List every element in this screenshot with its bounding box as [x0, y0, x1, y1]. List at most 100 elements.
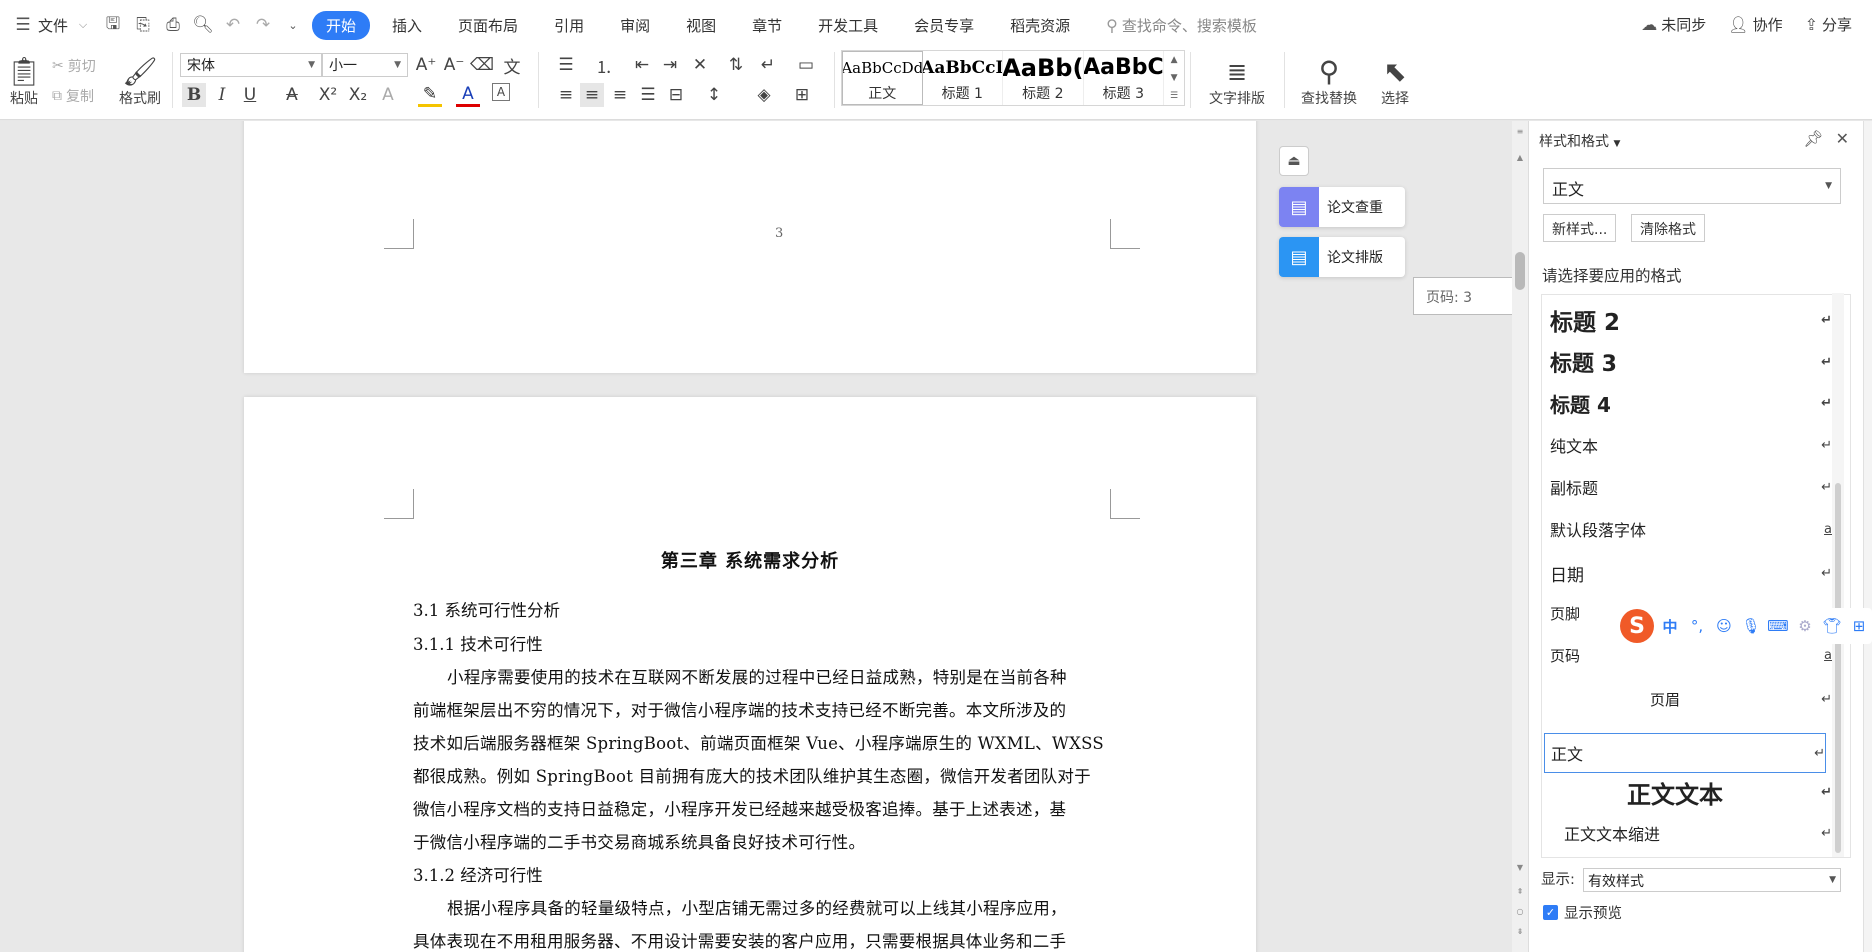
align-left-icon[interactable]: ≡: [554, 83, 578, 107]
prev-page-icon[interactable]: ⇞: [1514, 885, 1526, 897]
paragraph-line[interactable]: 都很成熟。例如 SpringBoot 目前拥有庞大的技术团队维护其生态圈，微信开…: [413, 763, 1091, 787]
customize-toolbar-icon[interactable]: ⌄: [280, 12, 306, 38]
chevron-down-icon[interactable]: ▼: [1171, 73, 1178, 83]
select-button[interactable]: ⬉ 选择: [1370, 52, 1420, 112]
paragraph-line[interactable]: 微信小程序文档的支持日益稳定，小程序开发已经越来越受极客追捧。基于上述表述，基: [413, 796, 1066, 820]
align-right-icon[interactable]: ≡: [608, 83, 632, 107]
list-item-selected[interactable]: 正文 ↵: [1544, 733, 1826, 773]
list-item[interactable]: 页眉 ↵: [1550, 689, 1832, 710]
show-preview-checkbox[interactable]: ✓ 显示预览: [1543, 902, 1622, 923]
list-item[interactable]: 正文文本 ↵: [1550, 775, 1832, 810]
list-item[interactable]: 默认段落字体 a: [1550, 517, 1832, 541]
phonetic-icon[interactable]: 文: [500, 53, 524, 78]
align-center-icon[interactable]: ≡: [580, 83, 604, 107]
shading-icon[interactable]: ◈: [752, 83, 776, 107]
search-input[interactable]: 查找命令、搜索模板: [1122, 15, 1257, 36]
justify-icon[interactable]: ☰: [636, 83, 660, 107]
tab-section[interactable]: 章节: [738, 11, 796, 40]
distribute-icon[interactable]: ⊟: [664, 83, 688, 107]
list-item[interactable]: 标题 4 ↵: [1550, 389, 1832, 418]
underline-icon[interactable]: U: [238, 83, 262, 107]
current-style-select[interactable]: 正文 ▼: [1543, 168, 1841, 204]
list-item[interactable]: 页码 a: [1550, 645, 1832, 666]
increase-font-icon[interactable]: A⁺: [414, 53, 438, 77]
decrease-font-icon[interactable]: A⁻: [442, 53, 466, 77]
find-replace-button[interactable]: ⚲ 查找替换: [1290, 52, 1368, 112]
share-button[interactable]: ⇪ 分享: [1805, 14, 1852, 35]
sogou-logo[interactable]: S: [1620, 609, 1654, 643]
borders-icon[interactable]: ⊞: [790, 83, 814, 107]
skin-icon[interactable]: 👕︎: [1821, 615, 1843, 637]
indent-icon[interactable]: ⇥: [658, 53, 682, 77]
tab-view[interactable]: 视图: [672, 11, 730, 40]
tab-page-layout[interactable]: 页面布局: [444, 11, 532, 40]
outdent-icon[interactable]: ⇤: [630, 53, 654, 77]
tab-developer[interactable]: 开发工具: [804, 11, 892, 40]
style-heading-1[interactable]: AaBbCcI 标题 1: [923, 51, 1004, 105]
chapter-title[interactable]: 第三章 系统需求分析: [244, 547, 1256, 573]
chinese-layout-icon[interactable]: ✕: [688, 53, 712, 77]
tab-references[interactable]: 引用: [540, 11, 598, 40]
print-icon[interactable]: ⎙: [160, 12, 186, 38]
side-panel-strip[interactable]: [1863, 121, 1872, 952]
font-size-select[interactable]: 小一 ▼: [322, 53, 408, 77]
show-filter-select[interactable]: 有效样式 ▼: [1583, 868, 1841, 892]
keyboard-icon[interactable]: ⌨: [1767, 615, 1789, 637]
vertical-scrollbar[interactable]: ≡ ▲ ▼ ⇞ ○ ⇟: [1512, 121, 1528, 952]
command-search[interactable]: ⚲ 查找命令、搜索模板: [1106, 15, 1257, 36]
scroll-thumb[interactable]: [1515, 252, 1525, 290]
italic-icon[interactable]: I: [210, 83, 234, 107]
emoji-icon[interactable]: ☺: [1713, 615, 1735, 637]
list-item[interactable]: 纯文本 ↵: [1550, 433, 1832, 457]
collapse-tools-button[interactable]: ⏏: [1279, 146, 1309, 176]
gallery-scroll[interactable]: ▲ ▼ ☰: [1164, 51, 1184, 105]
scroll-up-icon[interactable]: ▲: [1514, 151, 1526, 163]
show-marks-icon[interactable]: ↵: [756, 53, 780, 77]
bold-icon[interactable]: B: [182, 83, 206, 107]
tab-member[interactable]: 会员专享: [900, 11, 988, 40]
paragraph-line[interactable]: 于微信小程序端的二手书交易商城系统具备良好技术可行性。: [413, 829, 865, 853]
highlight-icon[interactable]: ✎: [418, 83, 442, 107]
scroll-thumb[interactable]: [1835, 483, 1841, 853]
style-normal[interactable]: AaBbCcDd 正文: [842, 51, 923, 105]
subscript-icon[interactable]: X₂: [346, 83, 370, 107]
clear-format-button[interactable]: 清除格式: [1631, 214, 1705, 242]
list-item[interactable]: 正文文本缩进 ↵: [1550, 821, 1832, 845]
new-style-button[interactable]: 新样式...: [1543, 214, 1617, 242]
tab-review[interactable]: 审阅: [606, 11, 664, 40]
style-list-scrollbar[interactable]: [1832, 293, 1844, 857]
char-border-icon[interactable]: A: [492, 83, 510, 101]
paragraph-line[interactable]: 技术如后端服务器框架 SpringBoot、前端页面框架 Vue、小程序端原生的…: [413, 730, 1104, 754]
undo-icon[interactable]: ↶: [220, 12, 246, 38]
save-icon[interactable]: 🖫: [100, 12, 126, 38]
table-tool-icon[interactable]: ▭: [794, 53, 818, 77]
tab-docer[interactable]: 稻壳资源: [996, 11, 1084, 40]
grid-menu-icon[interactable]: ⊞: [1848, 615, 1870, 637]
sort-icon[interactable]: ⇅: [724, 53, 748, 77]
tab-home[interactable]: 开始: [312, 10, 371, 40]
list-item[interactable]: 标题 2 ↵: [1550, 303, 1832, 337]
print-preview-icon[interactable]: 🔍︎: [190, 12, 216, 38]
chevron-up-icon[interactable]: ▲: [1171, 55, 1178, 65]
paragraph-line[interactable]: 前端框架层出不穷的情况下，对于微信小程序端的技术支持已经不断完善。本文所涉及的: [413, 697, 1066, 721]
ime-punct-toggle[interactable]: °,: [1686, 615, 1708, 637]
font-color-icon[interactable]: A: [456, 83, 480, 107]
sync-button[interactable]: ☁ 未同步: [1641, 14, 1706, 35]
copy-button[interactable]: ⧉ 复制: [52, 84, 94, 108]
paragraph-line[interactable]: 具体表现在不用租用服务器、不用设计需要安装的客户应用，只需要根据具体业务和二手: [413, 928, 1066, 952]
gallery-more-icon[interactable]: ☰: [1170, 91, 1178, 101]
page-4[interactable]: 第三章 系统需求分析 3.1 系统可行性分析 3.1.1 技术可行性 小程序需要…: [244, 397, 1256, 952]
eraser-icon[interactable]: ⌫: [470, 53, 494, 77]
microphone-icon[interactable]: 🎙︎: [1740, 615, 1762, 637]
scroll-split-icon[interactable]: ≡: [1514, 125, 1526, 137]
paste-button[interactable]: 📋︎ 粘贴: [2, 52, 46, 112]
text-effect-icon[interactable]: A: [376, 83, 400, 107]
paragraph-line[interactable]: 根据小程序具备的轻量级特点，小型店铺无需过多的经费就可以上线其小程序应用，: [447, 895, 1067, 919]
redo-icon[interactable]: ↷: [250, 12, 276, 38]
paper-check-button[interactable]: ▤ 论文查重: [1279, 187, 1405, 227]
close-icon[interactable]: ✕: [1836, 129, 1849, 148]
list-item[interactable]: 标题 3 ↵: [1550, 346, 1832, 378]
select-browse-icon[interactable]: ○: [1514, 905, 1526, 917]
next-page-icon[interactable]: ⇟: [1514, 925, 1526, 937]
ime-mode-toggle[interactable]: 中: [1659, 615, 1681, 637]
